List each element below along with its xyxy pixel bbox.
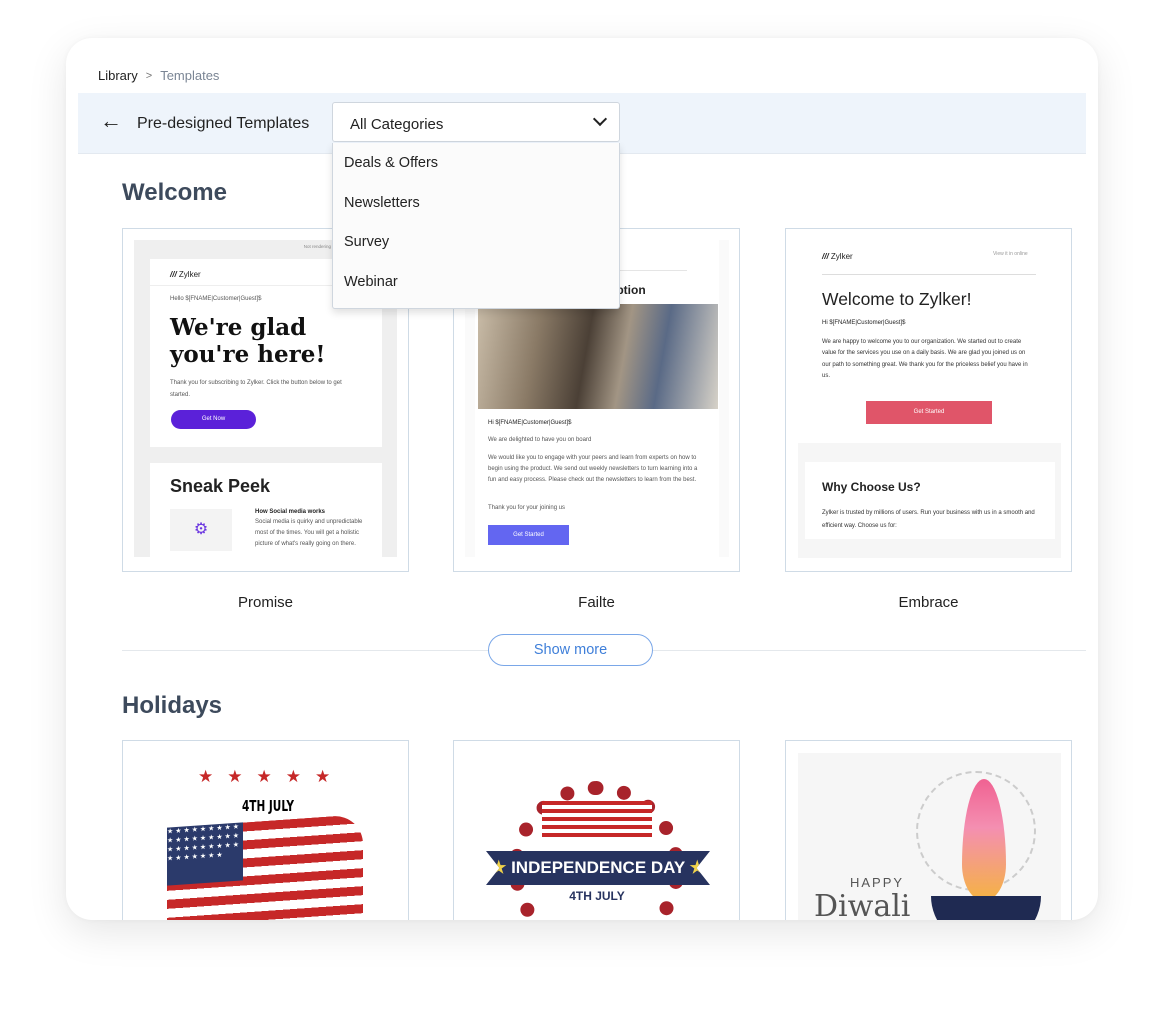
preview-body: Thank you for subscribing to Zylker. Cli… [170,380,342,398]
preview-photo [478,304,718,409]
menu-item-survey[interactable]: Survey [333,222,619,262]
page-title: Pre-designed Templates [137,115,310,132]
preview-button: Get Started [866,401,992,424]
template-card-diwali[interactable]: HAPPY Diwali [785,740,1072,920]
zylker-logo: /// Zylker [822,252,853,261]
category-dropdown-menu: Deals & Offers Newsletters Survey Webina… [332,143,620,309]
preview-button: Get Started [488,525,569,545]
menu-item-newsletters[interactable]: Newsletters [333,183,619,223]
preview-text: Social media is quirky and unpredictable… [255,519,363,547]
template-name: Embrace [898,594,959,611]
back-arrow-icon[interactable]: ← [100,110,122,132]
preview-headline: Welcome to Zylker! [822,289,972,309]
diya-lamp [931,896,1041,920]
preview-thanks: Thank you for your joining us [488,505,566,511]
preview-title: Diwali [814,889,911,920]
preview-button: Get Now [171,410,256,429]
section-title-holidays: Holidays [122,692,223,719]
preview-greeting: Hi $[FNAME|Customer|Guest]$ [822,320,906,326]
preview-sub: 4TH JULY [569,889,625,903]
preview-text: Zylker is trusted by millions of users. … [822,510,1035,529]
banner-text: INDEPENDENCE DAY [511,858,685,877]
menu-item-deals-offers[interactable]: Deals & Offers [333,143,619,183]
template-name: Promise [237,594,293,611]
template-card-embrace[interactable]: /// Zylker View it in online Welcome to … [785,228,1072,572]
chevron-down-icon [592,111,608,127]
zylker-logo: /// Zylker [170,270,201,279]
chevron-right-icon: > [145,69,153,82]
preview-body: We would like you to engage with your pe… [488,455,698,484]
preview-section-title: Why Choose Us? [822,480,921,494]
preview-body: We are happy to welcome you to our organ… [822,339,1028,380]
preview-line: We are delighted to have you on board [488,437,592,443]
template-name: Failte [578,594,615,611]
preview-headline: We're glad you're here! [170,314,326,368]
template-card-4th-july[interactable]: ★★★★★ 4TH JULY ★ ★ ★ ★ ★ ★ ★ ★ ★ ★ ★ ★ ★… [122,740,409,920]
preview-text: 4TH JULY [241,797,294,815]
breadcrumb-library[interactable]: Library [98,68,138,83]
show-more-button[interactable]: Show more [488,634,653,666]
menu-item-webinar[interactable]: Webinar [333,262,619,302]
app-window: Library > Templates ← Pre-designed Templ… [66,38,1098,920]
crossed-flags-icon [542,801,652,841]
lightbulb-gears-icon: ⚙ [170,509,232,551]
category-selected: All Categories [350,116,444,133]
preview-section-title: Sneak Peek [170,476,271,496]
view-online-link: View it in online [993,251,1028,257]
category-select[interactable]: All Categories [332,102,620,142]
section-title-welcome: Welcome [122,179,227,206]
breadcrumb-templates: Templates [160,68,220,83]
stars-icon: ★★★★★ [198,767,345,786]
preview-greeting: Hi $[FNAME|Customer|Guest]$ [488,420,572,426]
template-card-independence-day[interactable]: ★ INDEPENDENCE DAY ★ 4TH JULY [453,740,740,920]
preview-happy: HAPPY [850,875,905,890]
breadcrumb: Library > Templates [98,68,219,83]
preview-greeting: Hello $[FNAME|Customer|Guest]$ [170,296,262,302]
